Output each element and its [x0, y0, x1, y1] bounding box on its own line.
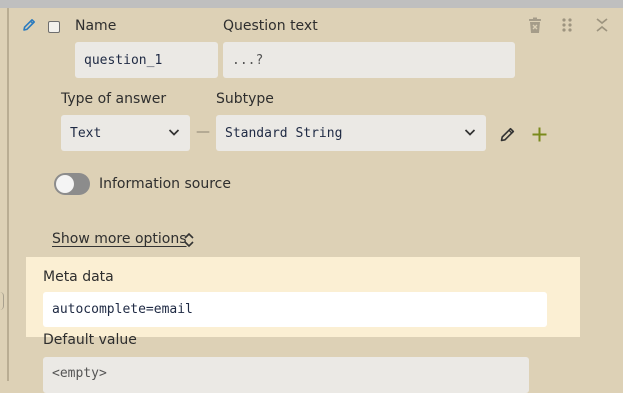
- collapse-icon[interactable]: [595, 17, 609, 37]
- name-input[interactable]: question_1: [75, 42, 218, 78]
- edit-subtype-pencil-icon[interactable]: [499, 126, 516, 147]
- drag-handle-icon[interactable]: [561, 17, 573, 37]
- chevron-down-icon: [464, 126, 476, 141]
- select-checkbox[interactable]: [48, 21, 60, 33]
- type-of-answer-label: Type of answer: [61, 91, 167, 107]
- subtype-value: Standard String: [225, 125, 343, 141]
- toggle-knob: [56, 175, 74, 193]
- show-more-options-link[interactable]: Show more options: [52, 230, 187, 248]
- meta-data-input[interactable]: autocomplete=email: [43, 292, 547, 327]
- subtype-select[interactable]: Standard String: [216, 115, 486, 151]
- name-label: Name: [75, 18, 117, 34]
- question-text-input[interactable]: ...?: [223, 42, 515, 78]
- question-text-placeholder: ...?: [232, 52, 264, 68]
- default-value-placeholder: <empty>: [52, 366, 107, 381]
- left-edge-handle: [0, 292, 4, 310]
- plus-icon[interactable]: [531, 126, 548, 147]
- default-value-input[interactable]: <empty>: [43, 357, 529, 393]
- top-strip: [0, 0, 623, 8]
- card-left-border: [7, 8, 9, 381]
- information-source-toggle[interactable]: [54, 173, 90, 195]
- chevron-down-icon: [168, 126, 180, 141]
- meta-data-label: Meta data: [43, 269, 114, 285]
- trash-icon[interactable]: [527, 17, 543, 38]
- meta-data-value: autocomplete=email: [52, 302, 193, 317]
- type-of-answer-select[interactable]: Text: [61, 115, 190, 151]
- pencil-icon[interactable]: [21, 17, 37, 37]
- question-text-label: Question text: [223, 18, 318, 34]
- information-source-label: Information source: [99, 176, 231, 192]
- subtype-label: Subtype: [216, 91, 274, 107]
- type-of-answer-value: Text: [70, 125, 102, 141]
- chevrons-icon[interactable]: [183, 232, 195, 252]
- name-input-value: question_1: [84, 52, 163, 68]
- type-subtype-separator: —: [196, 124, 210, 140]
- default-value-label: Default value: [43, 332, 137, 348]
